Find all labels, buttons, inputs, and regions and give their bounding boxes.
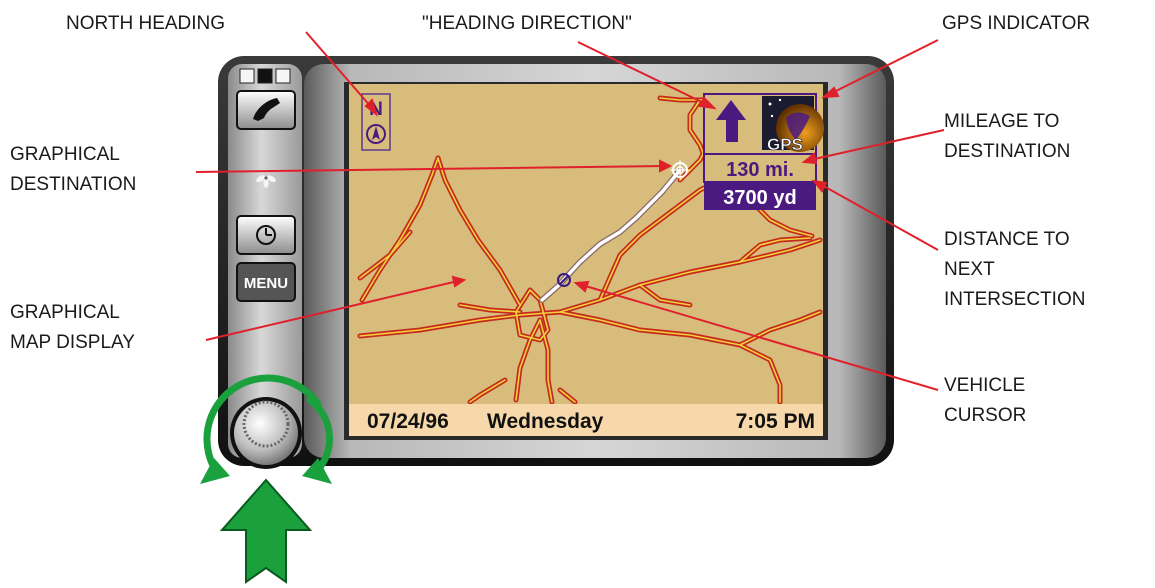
status-bar: 07/24/96 Wednesday 7:05 PM: [349, 404, 823, 436]
side-controls: MENU: [230, 68, 302, 469]
push-arrow-icon: [219, 478, 313, 584]
callout-distance-line1: DISTANCE TO: [944, 229, 1070, 250]
callout-map-display-line2: MAP DISPLAY: [10, 332, 135, 353]
callout-vehicle-cursor-line2: CURSOR: [944, 405, 1027, 426]
callout-gps-indicator-text: GPS INDICATOR: [942, 13, 1091, 34]
date-text: 07/24/96: [367, 410, 449, 433]
callout-heading-direction: "HEADING DIRECTION": [422, 9, 632, 39]
rotate-arrowhead-left: [200, 458, 230, 484]
callout-distance-line3: INTERSECTION: [944, 289, 1086, 310]
callout-vehicle-cursor: VEHICLE CURSOR: [944, 371, 1026, 431]
phone-button[interactable]: [236, 90, 296, 130]
callout-graphical-destination-line1: GRAPHICAL: [10, 144, 120, 165]
time-text: 7:05 PM: [736, 410, 815, 433]
indicator-square-left: [239, 68, 255, 84]
menu-label: MENU: [244, 275, 288, 292]
distance-box: 3700 yd: [704, 182, 816, 210]
callout-graphical-destination-line2: DESTINATION: [10, 174, 137, 195]
mileage-value: 130 mi.: [726, 159, 794, 181]
callout-graphical-destination: GRAPHICAL DESTINATION: [10, 140, 136, 200]
callout-vehicle-cursor-line1: VEHICLE: [944, 375, 1026, 396]
map-screen: N GPS 130 mi. 3700 yd 07/24/96 Wednesday…: [349, 84, 824, 436]
info-panel: GPS: [703, 93, 824, 155]
callout-distance: DISTANCE TO NEXT INTERSECTION: [944, 225, 1085, 315]
rotary-knob[interactable]: [230, 397, 302, 469]
callout-mileage-line2: DESTINATION: [944, 141, 1071, 162]
menu-button[interactable]: MENU: [236, 262, 296, 302]
callout-north-heading-text: NORTH HEADING: [66, 13, 226, 34]
distance-value: 3700 yd: [723, 187, 796, 209]
day-text: Wednesday: [487, 410, 604, 433]
callout-north-heading: NORTH HEADING: [66, 9, 225, 39]
callout-mileage-line1: MILEAGE TO: [944, 111, 1060, 132]
callout-heading-direction-text: "HEADING DIRECTION": [422, 13, 632, 34]
callout-map-display-line1: GRAPHICAL: [10, 302, 120, 323]
indicator-square-right: [275, 68, 291, 84]
callout-map-display: GRAPHICAL MAP DISPLAY: [10, 298, 135, 358]
callout-distance-line2: NEXT: [944, 259, 995, 280]
callout-mileage: MILEAGE TO DESTINATION: [944, 107, 1070, 167]
indicator-square-middle: [257, 68, 273, 84]
callout-gps-indicator: GPS INDICATOR: [942, 9, 1090, 39]
clock-button[interactable]: [236, 215, 296, 255]
mileage-box: 130 mi.: [703, 153, 817, 183]
gps-label: GPS: [767, 135, 803, 154]
